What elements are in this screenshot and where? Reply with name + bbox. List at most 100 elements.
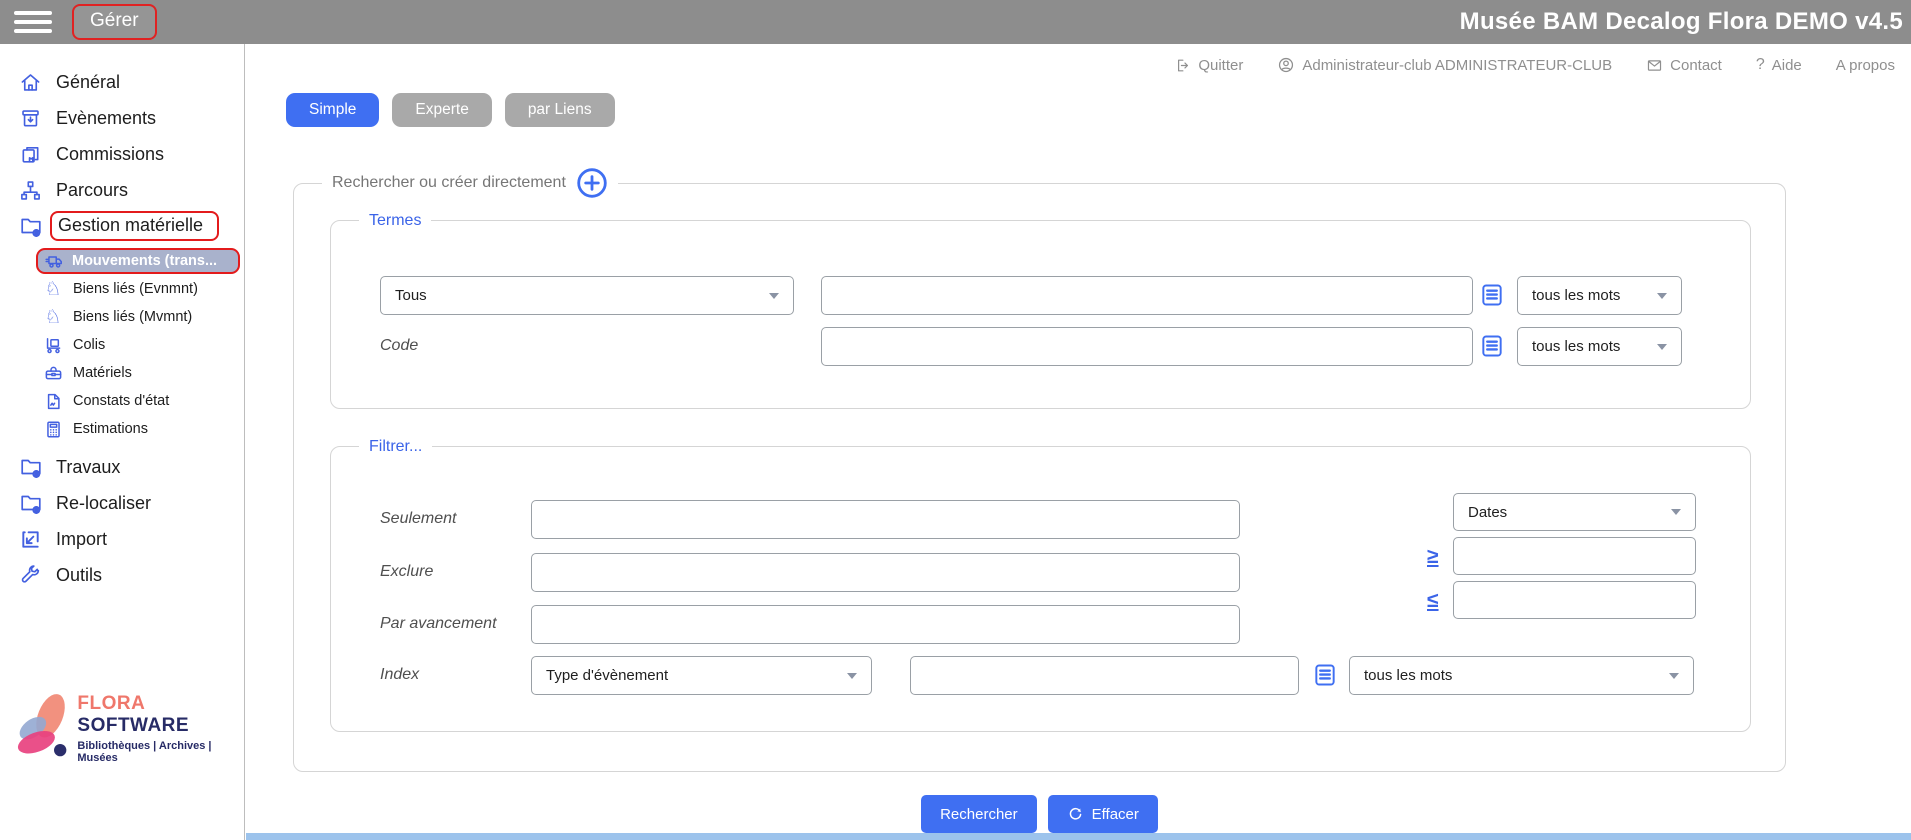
flora-software-logo: FLORA SOFTWARE Bibliothèques | Archives …	[10, 681, 240, 776]
sidebar-item-travaux[interactable]: Travaux	[0, 449, 244, 485]
seulement-input[interactable]	[531, 500, 1240, 539]
chevron-down-icon	[847, 673, 857, 679]
apropos-link[interactable]: A propos	[1836, 57, 1895, 74]
rechercher-button[interactable]: Rechercher	[921, 795, 1037, 833]
sidebar-item-commissions[interactable]: Commissions	[0, 136, 244, 172]
knight-icon: ♘	[43, 307, 63, 327]
app-title: Musée BAM Decalog Flora DEMO v4.5	[1460, 8, 1903, 36]
date-from-input[interactable]	[1453, 537, 1696, 575]
date-to-input[interactable]	[1453, 581, 1696, 619]
tab-experte[interactable]: Experte	[392, 93, 491, 127]
contact-label: Contact	[1670, 57, 1722, 74]
exclure-input[interactable]	[531, 553, 1240, 592]
sidebar-item-label: Général	[56, 72, 120, 93]
index-mode-select-value: tous les mots	[1364, 667, 1452, 684]
folder-globe-icon	[18, 455, 43, 480]
submenu-item-label: Matériels	[73, 365, 132, 381]
submenu-item-biens-lies-evnmnt[interactable]: ♘ Biens liés (Evnmnt)	[0, 275, 244, 303]
dates-select-value: Dates	[1468, 504, 1507, 521]
seulement-label: Seulement	[380, 510, 457, 528]
sitemap-icon	[18, 178, 43, 203]
index-lookup-icon[interactable]	[1479, 282, 1505, 308]
header-links: Quitter Administrateur-club ADMINISTRATE…	[1174, 56, 1895, 74]
action-buttons: Rechercher Effacer	[293, 795, 1786, 833]
termes-mode-select-value: tous les mots	[1532, 287, 1620, 304]
index-lookup-icon[interactable]	[1312, 662, 1338, 688]
dates-select[interactable]: Dates	[1453, 493, 1696, 531]
par-avancement-label: Par avancement	[380, 615, 497, 633]
sidebar-item-label: Travaux	[56, 457, 120, 478]
effacer-label: Effacer	[1092, 806, 1139, 823]
search-mode-tabs: Simple Experte par Liens	[286, 93, 615, 127]
submenu-item-label: Colis	[73, 337, 105, 353]
search-panel-legend: Rechercher ou créer directement	[332, 170, 566, 196]
plus-circle-icon[interactable]	[576, 167, 608, 199]
submenu-item-constats-etat[interactable]: Constats d'état	[0, 387, 244, 415]
filtrer-section: Filtrer... Seulement Exclure Par avancem…	[330, 446, 1751, 732]
logo-tagline: Bibliothèques | Archives | Musées	[77, 740, 240, 764]
index-input[interactable]	[910, 656, 1299, 695]
sidebar-item-evenements[interactable]: Evènements	[0, 100, 244, 136]
termes-section: Termes Tous tous les mots Code tous les …	[330, 220, 1751, 409]
submenu-item-estimations[interactable]: Estimations	[0, 415, 244, 443]
submenu-item-materiels[interactable]: Matériels	[0, 359, 244, 387]
archive-box-icon	[18, 106, 43, 131]
sidebar-item-label: Re-localiser	[56, 493, 151, 514]
folder-globe-icon	[18, 214, 43, 239]
aide-link[interactable]: ? Aide	[1756, 56, 1802, 74]
index-type-select[interactable]: Type d'évènement	[531, 656, 872, 695]
submenu-item-label: Estimations	[73, 421, 148, 437]
logo-flora-text: FLORA	[77, 693, 144, 714]
sidebar-item-label: Parcours	[56, 180, 128, 201]
termes-mode-select[interactable]: tous les mots	[1517, 276, 1682, 315]
sidebar-item-gestion-materielle[interactable]: Gestion matérielle	[0, 208, 244, 244]
less-equal-operator[interactable]: ≤	[1427, 590, 1439, 611]
tab-simple[interactable]: Simple	[286, 93, 379, 127]
horizontal-scrollbar[interactable]	[246, 833, 1911, 840]
termes-field-select[interactable]: Tous	[380, 276, 794, 315]
logout-icon	[1174, 57, 1191, 74]
submenu-item-colis[interactable]: Colis	[0, 331, 244, 359]
sidebar-item-import[interactable]: Import	[0, 521, 244, 557]
termes-search-input[interactable]	[821, 276, 1473, 315]
sidebar-item-label: Evènements	[56, 108, 156, 129]
submenu-item-label: Biens liés (Evnmnt)	[73, 281, 198, 297]
import-icon	[18, 527, 43, 552]
sidebar-item-outils[interactable]: Outils	[0, 557, 244, 593]
folder-globe-icon	[18, 491, 43, 516]
par-avancement-input[interactable]	[531, 605, 1240, 644]
effacer-button[interactable]: Effacer	[1048, 795, 1158, 833]
user-account[interactable]: Administrateur-club ADMINISTRATEUR-CLUB	[1277, 56, 1612, 74]
sidebar-item-parcours[interactable]: Parcours	[0, 172, 244, 208]
submenu-item-mouvements[interactable]: Mouvements (trans...	[36, 248, 240, 274]
sidebar-item-general[interactable]: Général	[0, 64, 244, 100]
sidebar-item-label: Import	[56, 529, 107, 550]
code-label: Code	[380, 337, 418, 355]
chevron-down-icon	[1657, 344, 1667, 350]
topbar: Gérer Musée BAM Decalog Flora DEMO v4.5	[0, 0, 1911, 44]
logo-software-text: SOFTWARE	[77, 715, 189, 736]
greater-equal-operator[interactable]: ≥	[1427, 546, 1439, 567]
index-mode-select[interactable]: tous les mots	[1349, 656, 1694, 695]
envelope-icon	[1646, 57, 1663, 74]
search-panel: Rechercher ou créer directement Termes T…	[293, 183, 1786, 772]
gestion-materielle-submenu: Mouvements (trans... ♘ Biens liés (Evnmn…	[0, 248, 244, 443]
tab-par-liens[interactable]: par Liens	[505, 93, 615, 127]
hamburger-menu-icon[interactable]	[14, 11, 52, 33]
user-label: Administrateur-club ADMINISTRATEUR-CLUB	[1302, 57, 1612, 74]
question-mark-icon: ?	[1756, 56, 1765, 74]
refresh-icon	[1067, 806, 1084, 823]
sidebar-item-label-highlighted: Gestion matérielle	[50, 211, 219, 241]
quitter-link[interactable]: Quitter	[1174, 57, 1243, 74]
sidebar-item-label: Commissions	[56, 144, 164, 165]
code-mode-select[interactable]: tous les mots	[1517, 327, 1682, 366]
index-lookup-icon[interactable]	[1479, 333, 1505, 359]
submenu-item-biens-lies-mvmnt[interactable]: ♘ Biens liés (Mvmnt)	[0, 303, 244, 331]
contact-link[interactable]: Contact	[1646, 57, 1722, 74]
rechercher-label: Rechercher	[940, 806, 1018, 823]
code-input[interactable]	[821, 327, 1473, 366]
gerer-button[interactable]: Gérer	[72, 4, 157, 40]
sidebar-item-relocaliser[interactable]: Re-localiser	[0, 485, 244, 521]
home-icon	[18, 70, 43, 95]
calculator-icon	[43, 419, 63, 439]
